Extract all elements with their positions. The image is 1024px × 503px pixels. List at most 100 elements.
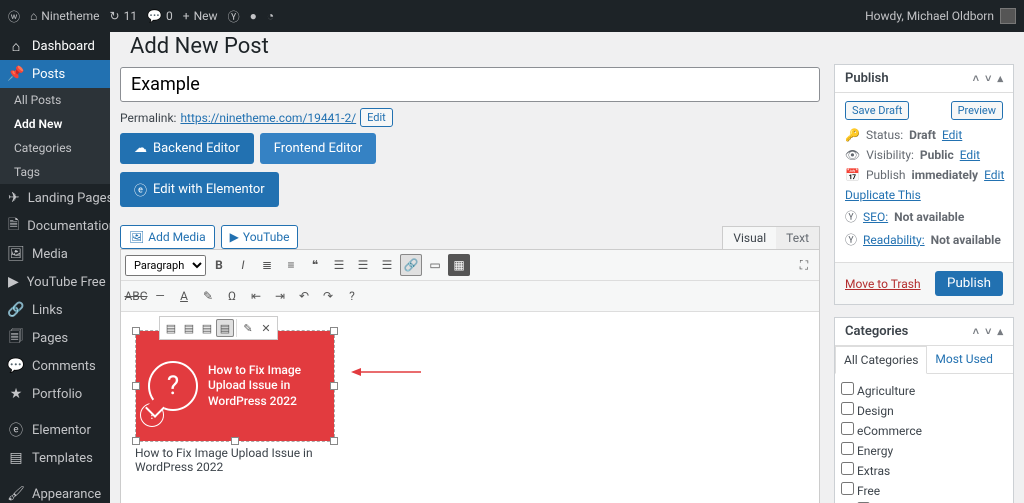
box-down-icon[interactable]: ˅: [985, 72, 991, 85]
duplicate-link[interactable]: Duplicate This: [845, 188, 921, 202]
cat-item[interactable]: eCommerce: [841, 420, 1007, 440]
hr-icon[interactable]: —: [149, 285, 171, 307]
preview-button[interactable]: Preview: [951, 101, 1003, 120]
cat-checkbox[interactable]: [841, 382, 854, 395]
publish-button[interactable]: Publish: [935, 271, 1003, 296]
sidebar-templates[interactable]: ▤Templates: [0, 444, 110, 472]
sidebar-youtube[interactable]: ▶YouTube Free: [0, 268, 110, 296]
post-title-input[interactable]: [120, 67, 820, 102]
redo-icon[interactable]: ↷: [317, 285, 339, 307]
link-icon[interactable]: 🔗: [400, 254, 422, 276]
sidebar-all-posts[interactable]: All Posts: [0, 88, 110, 112]
sidebar-appearance[interactable]: 🖌Appearance: [0, 480, 110, 503]
img-edit-icon[interactable]: ✎: [239, 319, 257, 337]
sidebar-elementor[interactable]: ⓔElementor: [0, 416, 110, 444]
img-align-none-icon[interactable]: ▤: [216, 319, 234, 337]
help-icon[interactable]: ?: [341, 285, 363, 307]
sidebar-links[interactable]: 🔗Links: [0, 296, 110, 324]
yoast-icon[interactable]: Ⓨ: [228, 8, 240, 25]
clear-icon[interactable]: ✎: [197, 285, 219, 307]
undo-icon[interactable]: ↶: [293, 285, 315, 307]
img-align-right-icon[interactable]: ▤: [198, 319, 216, 337]
resize-handle[interactable]: [330, 327, 338, 335]
selected-image[interactable]: ? ? How to Fix Image Upload Issue in Wor…: [135, 330, 335, 442]
add-media-button[interactable]: 🖼Add Media: [120, 225, 215, 249]
move-to-trash[interactable]: Move to Trash: [845, 277, 921, 291]
cat-checkbox[interactable]: [841, 442, 854, 455]
theme-icon-2[interactable]: ◔: [267, 9, 274, 23]
elementor-button[interactable]: ⓔEdit with Elementor: [120, 172, 279, 207]
resize-handle[interactable]: [132, 327, 140, 335]
schedule-edit[interactable]: Edit: [984, 168, 1004, 182]
frontend-editor-button[interactable]: Frontend Editor: [260, 133, 376, 164]
category-list[interactable]: Agriculture Design eCommerce Energy Extr…: [835, 374, 1013, 503]
new-content[interactable]: + New: [183, 9, 218, 23]
resize-handle[interactable]: [330, 382, 338, 390]
sidebar-pages[interactable]: 🗐Pages: [0, 324, 110, 352]
align-right-icon[interactable]: ☰: [376, 254, 398, 276]
backend-editor-button[interactable]: ☁Backend Editor: [120, 133, 254, 164]
theme-icon-1[interactable]: ●: [250, 9, 257, 23]
img-align-center-icon[interactable]: ▤: [180, 319, 198, 337]
cat-tab-used[interactable]: Most Used: [927, 346, 1001, 373]
img-remove-icon[interactable]: ✕: [257, 319, 275, 337]
resize-handle[interactable]: [330, 437, 338, 445]
cat-checkbox[interactable]: [841, 402, 854, 415]
sidebar-docs[interactable]: 🗎Documentations: [0, 212, 110, 240]
avatar[interactable]: [1000, 8, 1016, 24]
resize-handle[interactable]: [132, 382, 140, 390]
resize-handle[interactable]: [132, 437, 140, 445]
special-char-icon[interactable]: Ω: [221, 285, 243, 307]
sidebar-categories[interactable]: Categories: [0, 136, 110, 160]
number-list-icon[interactable]: ≡: [280, 254, 302, 276]
readability-link[interactable]: Readability:: [863, 233, 925, 247]
sidebar-comments[interactable]: 💬Comments: [0, 352, 110, 380]
cat-item[interactable]: Design: [841, 400, 1007, 420]
textcolor-icon[interactable]: A: [173, 285, 195, 307]
align-center-icon[interactable]: ☰: [352, 254, 374, 276]
more-icon[interactable]: ▭: [424, 254, 446, 276]
image-caption[interactable]: How to Fix Image Upload Issue in WordPre…: [135, 446, 335, 474]
align-left-icon[interactable]: ☰: [328, 254, 350, 276]
sidebar-landing[interactable]: ✈Landing Pages: [0, 184, 110, 212]
bullet-list-icon[interactable]: ≣: [256, 254, 278, 276]
sidebar-dashboard[interactable]: ⌂Dashboard: [0, 32, 110, 60]
status-edit[interactable]: Edit: [942, 128, 962, 142]
format-select[interactable]: Paragraph: [125, 255, 206, 276]
box-toggle-icon[interactable]: ▴: [997, 72, 1003, 85]
img-align-left-icon[interactable]: ▤: [162, 319, 180, 337]
tab-visual[interactable]: Visual: [723, 227, 776, 249]
strike-icon[interactable]: ABC: [125, 285, 147, 307]
sidebar-tags[interactable]: Tags: [0, 160, 110, 184]
seo-link[interactable]: SEO:: [863, 210, 888, 224]
save-draft-button[interactable]: Save Draft: [845, 101, 909, 120]
cat-tab-all[interactable]: All Categories: [835, 346, 927, 374]
youtube-button[interactable]: ▶YouTube: [221, 225, 299, 249]
toolbar-toggle-icon[interactable]: ▦: [448, 254, 470, 276]
box-up-icon[interactable]: ˄: [973, 72, 979, 85]
cat-item[interactable]: Energy: [841, 440, 1007, 460]
cat-item[interactable]: Extras: [841, 460, 1007, 480]
cat-toggle-icon[interactable]: ▴: [997, 325, 1003, 338]
updates[interactable]: ↻ 11: [110, 9, 138, 23]
cat-checkbox[interactable]: [841, 462, 854, 475]
cat-checkbox[interactable]: [841, 482, 854, 495]
comments-count[interactable]: 💬 0: [147, 9, 173, 23]
sidebar-portfolio[interactable]: ★Portfolio: [0, 380, 110, 408]
wp-logo[interactable]: ⓦ: [8, 8, 20, 25]
permalink-url[interactable]: https://ninetheme.com/19441-2/: [180, 111, 356, 125]
outdent-icon[interactable]: ⇤: [245, 285, 267, 307]
cat-up-icon[interactable]: ˄: [973, 325, 979, 338]
fullscreen-icon[interactable]: ⛶: [793, 254, 815, 276]
sidebar-posts[interactable]: 📌Posts: [0, 60, 110, 88]
sidebar-add-new[interactable]: Add New: [0, 112, 110, 136]
sidebar-media[interactable]: 🖼Media: [0, 240, 110, 268]
tab-text[interactable]: Text: [776, 227, 819, 249]
howdy[interactable]: Howdy, Michael Oldborn: [865, 9, 994, 23]
permalink-edit-button[interactable]: Edit: [360, 108, 393, 127]
visibility-edit[interactable]: Edit: [960, 148, 980, 162]
bold-icon[interactable]: B: [208, 254, 230, 276]
quote-icon[interactable]: ❝: [304, 254, 326, 276]
editor-canvas[interactable]: ▤ ▤ ▤ ▤ ✎ ✕ ? ? How to Fix Image Upload …: [121, 312, 819, 503]
indent-icon[interactable]: ⇥: [269, 285, 291, 307]
